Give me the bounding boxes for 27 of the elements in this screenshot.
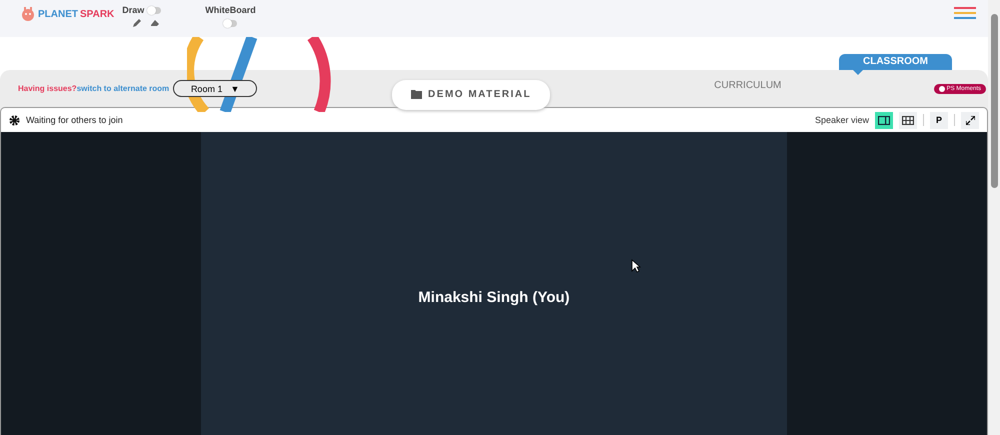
draw-label: Draw — [122, 5, 144, 15]
speaker-view-button[interactable] — [875, 112, 893, 128]
folder-icon — [411, 90, 422, 99]
room-select[interactable]: Room 1 ▼ — [173, 80, 258, 97]
p-button[interactable]: P — [930, 112, 948, 128]
expand-icon — [966, 116, 974, 124]
status-text: Waiting for others to join — [26, 115, 123, 125]
speaker-view-icon — [878, 116, 890, 124]
pencil-icon[interactable] — [132, 18, 142, 28]
cursor-icon — [631, 259, 641, 273]
demo-material-tab[interactable]: DEMO MATERIAL — [392, 80, 550, 110]
mascot-icon — [20, 6, 36, 22]
draw-toggle[interactable] — [148, 6, 162, 14]
menu-icon[interactable] — [954, 7, 976, 19]
fullscreen-button[interactable] — [961, 112, 979, 128]
issues-text: Having issues? — [18, 84, 77, 93]
view-label: Speaker view — [814, 115, 869, 125]
grid-view-button[interactable] — [899, 112, 917, 128]
curriculum-tab[interactable]: CURRICULUM — [708, 79, 788, 92]
logo: PLANET SPARK — [20, 6, 114, 22]
eraser-icon[interactable] — [150, 18, 160, 28]
whiteboard-label: WhiteBoard — [205, 5, 256, 15]
participant-name: Minakshi Singh (You) — [418, 289, 570, 306]
grid-icon — [902, 116, 914, 124]
settings-icon[interactable] — [9, 114, 20, 126]
scrollbar[interactable] — [988, 0, 1000, 435]
whiteboard-toggle[interactable] — [224, 20, 238, 27]
